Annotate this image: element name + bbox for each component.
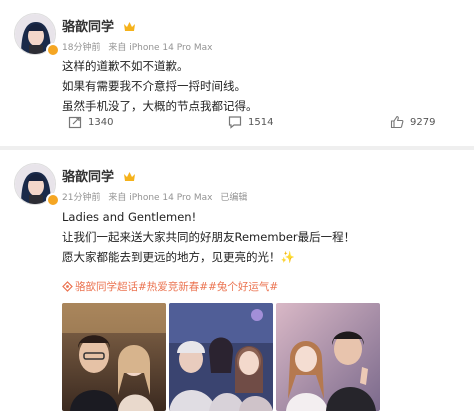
post-actions: 1340 1514 9279 bbox=[0, 115, 474, 137]
crown-icon bbox=[123, 172, 135, 181]
post-text: 这样的道歉不如不道歉。 如果有需要我不介意捋一捋时间线。 虽然手机没了，大概的节… bbox=[62, 56, 258, 116]
repost-count: 1340 bbox=[88, 116, 114, 128]
post-text-line: 虽然手机没了，大概的节点我都记得。 bbox=[62, 99, 258, 113]
comment-icon bbox=[228, 116, 242, 129]
super-topic-icon bbox=[62, 281, 73, 292]
crown-icon bbox=[123, 22, 135, 31]
like-count: 9279 bbox=[410, 116, 436, 128]
comment-count: 1514 bbox=[248, 116, 274, 128]
user-name[interactable]: 骆歆同学 bbox=[62, 16, 136, 35]
weibo-post-2: 骆歆同学 21分钟前 来自 iPhone 14 Pro Max 已编辑 Ladi… bbox=[0, 150, 474, 413]
verified-badge-icon bbox=[46, 43, 60, 57]
post-time[interactable]: 21分钟前 bbox=[62, 193, 100, 203]
post-text-line: 这样的道歉不如不道歉。 bbox=[62, 59, 189, 73]
post-meta: 18分钟前 来自 iPhone 14 Pro Max bbox=[62, 40, 213, 53]
user-name-text[interactable]: 骆歆同学 bbox=[62, 20, 114, 35]
photo-group-icon[interactable] bbox=[169, 303, 273, 411]
photo-two-people-icon[interactable] bbox=[276, 303, 380, 411]
verified-badge-icon bbox=[46, 193, 60, 207]
comment-button[interactable]: 1514 bbox=[228, 115, 273, 129]
post-time[interactable]: 18分钟前 bbox=[62, 43, 100, 53]
topics-text[interactable]: 骆歆同学超话#热爱竞新春##兔个好运气# bbox=[75, 281, 278, 293]
post-source: 来自 iPhone 14 Pro Max bbox=[108, 193, 213, 203]
repost-icon bbox=[68, 116, 82, 129]
photo-two-people-icon[interactable] bbox=[62, 303, 166, 411]
post-source: 来自 iPhone 14 Pro Max bbox=[108, 43, 213, 53]
post-text-line: Ladies and Gentlemen! bbox=[62, 210, 197, 224]
post-text-line: 如果有需要我不介意捋一捋时间线。 bbox=[62, 79, 246, 93]
post-meta: 21分钟前 来自 iPhone 14 Pro Max 已编辑 bbox=[62, 190, 247, 203]
like-button[interactable]: 9279 bbox=[390, 115, 435, 129]
post-text: Ladies and Gentlemen! 让我们一起来送大家共同的好朋友Rem… bbox=[62, 207, 355, 267]
edited-label[interactable]: 已编辑 bbox=[220, 193, 247, 203]
thumbs-up-icon bbox=[390, 115, 404, 129]
repost-button[interactable]: 1340 bbox=[68, 115, 113, 129]
weibo-post-1: 骆歆同学 18分钟前 来自 iPhone 14 Pro Max 这样的道歉不如不… bbox=[0, 0, 474, 146]
user-name[interactable]: 骆歆同学 bbox=[62, 166, 136, 185]
topic-links[interactable]: 骆歆同学超话#热爱竞新春##兔个好运气# bbox=[62, 279, 278, 294]
user-name-text[interactable]: 骆歆同学 bbox=[62, 170, 114, 185]
post-text-line: 愿大家都能去到更远的地方，见更亮的光！✨ bbox=[62, 250, 295, 264]
post-text-line: 让我们一起来送大家共同的好朋友Remember最后一程！ bbox=[62, 230, 356, 244]
